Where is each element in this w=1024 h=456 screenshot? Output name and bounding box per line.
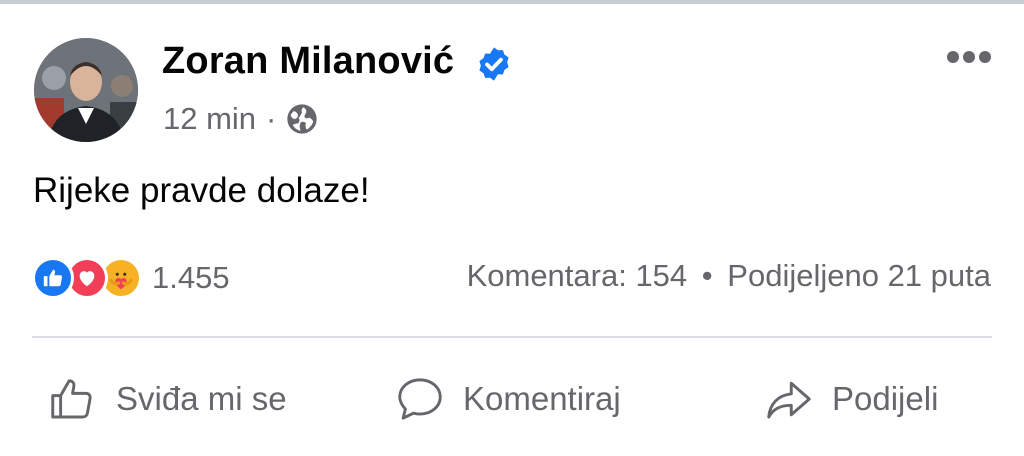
comment-button[interactable]: Komentiraj (393, 372, 621, 426)
divider (32, 336, 992, 338)
avatar[interactable] (34, 38, 138, 142)
more-options-icon[interactable] (944, 44, 994, 70)
post-stats: Komentara: 154 • Podijeljeno 21 puta (467, 258, 991, 294)
post-meta: 12 min · (163, 99, 318, 139)
post-text: Rijeke pravde dolaze! (33, 171, 370, 210)
comments-count[interactable]: Komentara: 154 (467, 258, 688, 293)
share-button[interactable]: Podijeli (762, 372, 938, 426)
author-name[interactable]: Zoran Milanović (162, 40, 454, 83)
reactions-summary[interactable]: 1.455 (32, 256, 230, 300)
post-time[interactable]: 12 min (163, 101, 256, 137)
share-label: Podijeli (832, 380, 939, 417)
verified-badge-icon (479, 47, 509, 81)
comment-label: Komentiraj (463, 380, 621, 417)
reaction-count: 1.455 (152, 260, 230, 295)
globe-icon (287, 104, 318, 134)
comment-icon (398, 378, 442, 420)
shares-count[interactable]: Podijeljeno 21 puta (727, 258, 991, 293)
share-arrow-icon (767, 381, 811, 419)
like-button[interactable]: Sviđa mi se (46, 372, 287, 426)
facebook-post: Zoran Milanović 12 min · Rijeke pravde d… (0, 0, 1024, 456)
meta-separator: · (266, 101, 277, 136)
avatar-photo (34, 38, 138, 142)
thumbs-up-icon (51, 379, 92, 419)
stats-separator: • (701, 258, 713, 293)
like-icon (32, 257, 74, 299)
like-label: Sviđa mi se (116, 380, 287, 417)
